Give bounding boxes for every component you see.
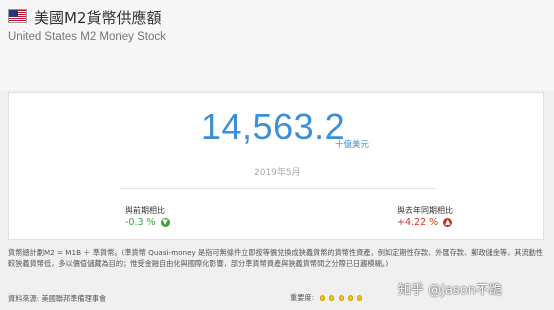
us-flag-icon	[8, 9, 27, 23]
prev-period-label: 與前期相比	[125, 206, 165, 215]
data-source: 資料來源: 美國聯邦準備理事會	[8, 294, 107, 303]
yoy-value: +4.22 %	[397, 217, 439, 228]
page-title: 美國M2貨幣供應額	[34, 9, 162, 27]
importance-rating: 重要度:	[290, 293, 363, 303]
lightbulb-icon	[357, 294, 363, 301]
lightbulb-icon	[320, 294, 325, 301]
definition-note: 貨幣總計劃M2 = M1B ＋ 準貨幣。(準貨幣 Quasi-money 是指可…	[8, 248, 544, 268]
flag-canton	[9, 10, 18, 17]
indicator-value: 14,563.2	[201, 106, 346, 147]
prev-period-change: -0.3 % ▼	[125, 217, 170, 228]
arrow-up-icon: ▲	[443, 218, 453, 227]
importance-label: 重要度:	[290, 293, 314, 302]
lightbulb-icon	[338, 294, 344, 301]
indicator-card: 14,563.2 十億美元 2019年5月 與前期相比 -0.3 % ▼ 與去年…	[8, 92, 544, 240]
arrow-down-icon: ▼	[160, 218, 170, 227]
lightbulb-icon	[329, 294, 335, 301]
lightbulb-icon	[347, 294, 353, 301]
watermark: 知乎 @Jason不跪	[398, 283, 502, 298]
page-subtitle: United States M2 Money Stock	[8, 31, 166, 43]
yoy-label: 與去年同期相比	[397, 206, 453, 215]
prev-period-value: -0.3 %	[125, 217, 156, 228]
page: 美國M2貨幣供應額 United States M2 Money Stock 1…	[0, 0, 554, 310]
indicator-unit: 十億美元	[335, 140, 370, 150]
importance-bulbs	[318, 294, 363, 303]
yoy-change: +4.22 % ▲	[397, 217, 453, 228]
divider	[119, 188, 437, 189]
page-header: 美國M2貨幣供應額 United States M2 Money Stock	[0, 0, 554, 90]
indicator-date: 2019年5月	[254, 168, 301, 178]
